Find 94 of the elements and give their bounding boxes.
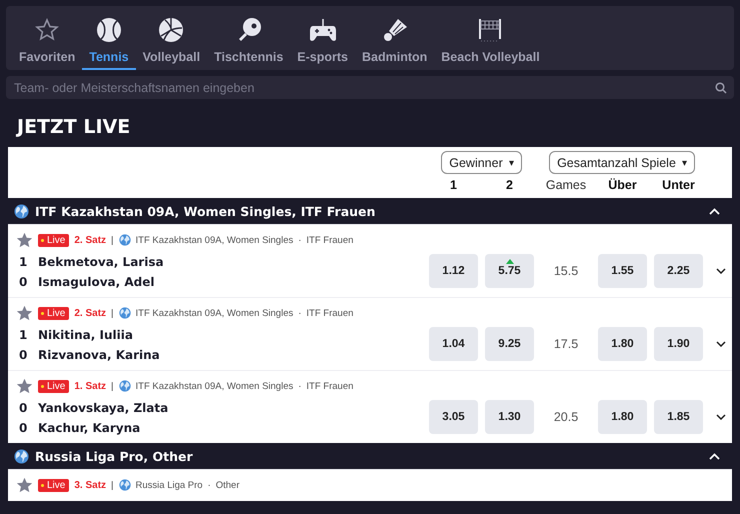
globe-icon: [118, 380, 131, 392]
star-icon[interactable]: [16, 477, 33, 493]
separator: |: [111, 480, 114, 490]
chevron-up-icon[interactable]: [709, 208, 720, 214]
league-name: ITF Kazakhstan 09A, Women Singles, ITF Frauen: [35, 204, 376, 218]
player-name: Rizvanova, Karina: [38, 348, 160, 362]
player-name: Yankovskaya, Zlata: [38, 401, 168, 415]
market-dropdown[interactable]: Gesamtanzahl Spiele ▾: [549, 151, 695, 174]
star-icon[interactable]: [16, 232, 33, 248]
column-header: Unter: [661, 178, 696, 192]
player-score: 0: [19, 421, 25, 435]
player-score: 0: [19, 275, 25, 289]
separator: |: [111, 380, 114, 392]
odds-button[interactable]: 1.85: [654, 400, 703, 434]
tournament-name: Russia Liga Pro: [136, 480, 203, 490]
net-icon: [477, 17, 504, 43]
column-header: Über: [607, 178, 638, 192]
set-label: 2. Satz: [74, 308, 106, 318]
odds-button[interactable]: 1.30: [485, 400, 534, 434]
chevron-down-icon[interactable]: [716, 268, 726, 274]
category-name: ITF Frauen: [306, 234, 354, 246]
category-name: ITF Frauen: [306, 380, 354, 392]
section-title: JETZT LIVE: [17, 116, 132, 138]
tennis-ball-icon: [96, 17, 122, 43]
sport-tab[interactable]: Favoriten: [12, 12, 82, 70]
player-name: Ismagulova, Adel: [38, 275, 154, 289]
search-field[interactable]: Team- oder Meisterschaftsnamen eingeben: [6, 76, 734, 99]
sport-tab[interactable]: E-sports: [290, 12, 355, 70]
gamepad-icon: [308, 17, 337, 43]
sport-tab[interactable]: Badminton: [355, 12, 434, 70]
separator: |: [111, 234, 114, 246]
tournament-name: ITF Kazakhstan 09A, Women Singles: [136, 234, 294, 246]
odds-button[interactable]: 1.55: [598, 254, 647, 288]
star-icon: [35, 18, 60, 42]
globe-icon: [118, 479, 131, 491]
odds-up-icon: [506, 259, 514, 264]
bullet-separator: ·: [208, 480, 211, 490]
chevron-down-icon[interactable]: [716, 341, 726, 347]
separator: |: [111, 308, 114, 318]
column-header: 2: [505, 178, 514, 192]
star-icon[interactable]: [16, 305, 33, 321]
bullet-separator: ·: [298, 234, 302, 246]
player-score: 0: [19, 401, 25, 415]
search-icon: [715, 82, 727, 94]
shuttlecock-icon: [382, 17, 408, 43]
odds-button[interactable]: 9.25: [485, 327, 534, 361]
player-name: Nikitina, Iuliia: [38, 328, 133, 342]
games-line: 20.5: [552, 410, 580, 424]
sport-tab[interactable]: Tennis: [82, 12, 136, 70]
odds-button[interactable]: 1.80: [598, 327, 647, 361]
globe-icon: [14, 204, 29, 218]
volleyball-icon: [158, 17, 184, 43]
sport-tab[interactable]: Volleyball: [136, 12, 208, 70]
odds-button[interactable]: 1.90: [654, 327, 703, 361]
globe-icon: [118, 307, 131, 319]
player-name: Kachur, Karyna: [38, 421, 140, 435]
odds-button[interactable]: 1.80: [598, 400, 647, 434]
set-label: 1. Satz: [74, 380, 106, 392]
live-badge: Live: [38, 234, 70, 246]
category-name: Other: [216, 480, 240, 490]
sport-tab[interactable]: Beach Volleyball: [434, 12, 547, 70]
odds-button[interactable]: 2.25: [654, 254, 703, 288]
star-icon[interactable]: [16, 378, 33, 394]
caret-icon: ▾: [682, 156, 687, 168]
odds-button[interactable]: 3.05: [429, 400, 478, 434]
tournament-name: ITF Kazakhstan 09A, Women Singles: [136, 380, 294, 392]
live-badge: Live: [38, 306, 70, 320]
category-name: ITF Frauen: [306, 308, 354, 318]
sport-tab[interactable]: Tischtennis: [207, 12, 290, 70]
set-label: 3. Satz: [74, 480, 106, 490]
set-label: 2. Satz: [74, 234, 106, 246]
chevron-up-icon[interactable]: [709, 452, 720, 460]
games-line: 17.5: [552, 337, 580, 351]
globe-icon: [118, 234, 131, 246]
player-score: 1: [19, 328, 25, 342]
live-badge: Live: [38, 380, 70, 392]
player-name: Bekmetova, Larisa: [38, 255, 164, 269]
player-score: 1: [19, 255, 25, 269]
games-line: 15.5: [552, 264, 580, 278]
odds-button[interactable]: 1.04: [429, 327, 478, 361]
odds-button[interactable]: 1.12: [429, 254, 478, 288]
column-header: 1: [449, 178, 458, 192]
market-dropdown[interactable]: Gewinner ▾: [441, 151, 522, 174]
player-score: 0: [19, 348, 25, 362]
globe-icon: [14, 448, 29, 464]
league-name: Russia Liga Pro, Other: [35, 448, 194, 464]
bullet-separator: ·: [298, 380, 302, 392]
tournament-name: ITF Kazakhstan 09A, Women Singles: [136, 308, 294, 318]
chevron-down-icon[interactable]: [716, 414, 726, 420]
column-header: Games: [544, 178, 588, 192]
live-badge: Live: [38, 478, 70, 492]
odds-button[interactable]: 5.75: [485, 254, 534, 288]
caret-icon: ▾: [508, 156, 514, 168]
bullet-separator: ·: [298, 308, 302, 318]
